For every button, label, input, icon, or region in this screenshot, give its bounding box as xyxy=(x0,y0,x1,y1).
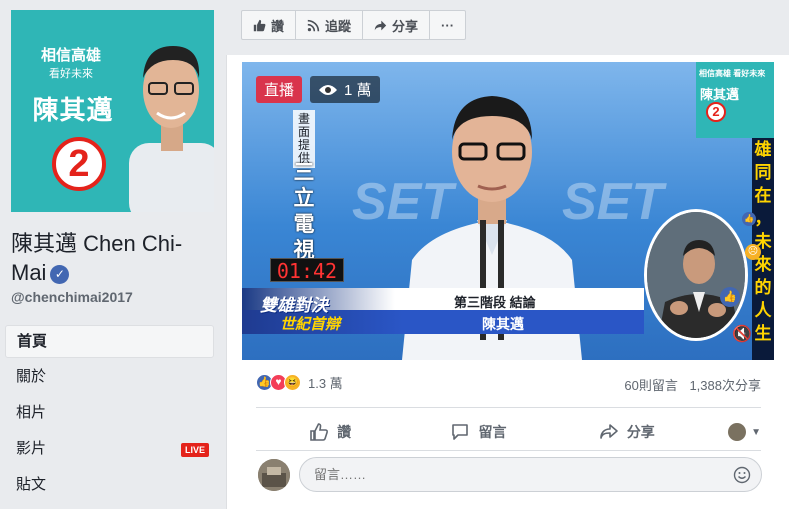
live-indicator: 直播 xyxy=(256,76,303,103)
like-page-label: 讚 xyxy=(271,18,285,34)
emoji-icon[interactable] xyxy=(733,466,751,484)
video-player[interactable]: SET SET 畫面提供 三立電視 01:42 雙雄對決 世紀首辯 第三階段 結… xyxy=(242,62,774,360)
share-page-label: 分享 xyxy=(392,18,419,34)
nav-item-label: 關於 xyxy=(16,368,47,385)
nav-item-label: 首頁 xyxy=(17,333,48,350)
like-label: 讚 xyxy=(337,424,352,440)
page-sidebar: 相信高雄 看好未來 陳其邁 2 陳其邁 Chen Chi-Mai ✓ @chenc… xyxy=(0,0,226,509)
nav-item-photos[interactable]: 相片 xyxy=(5,396,214,432)
corner-logo-slogan: 相信高雄 看好未來 xyxy=(699,69,766,78)
share-arrow-icon xyxy=(600,424,618,439)
profile-picture[interactable]: 相信高雄 看好未來 陳其邁 2 xyxy=(11,10,214,212)
caption-char: 同 xyxy=(754,163,772,182)
nav-item-videos[interactable]: 影片 LIVE xyxy=(5,432,214,468)
viewer-count-text: 1 萬 xyxy=(344,82,372,99)
nav-item-posts[interactable]: 貼文 xyxy=(5,468,214,504)
show-subtitle: 世紀首辯 xyxy=(280,316,341,333)
more-icon: ··· xyxy=(441,17,455,33)
eye-icon xyxy=(319,84,337,95)
floating-like-icon: 👍 xyxy=(720,287,740,307)
mute-icon[interactable]: 🔇 xyxy=(732,324,752,344)
share-arrow-icon xyxy=(374,20,387,30)
page-name[interactable]: 陳其邁 Chen Chi-Mai ✓ xyxy=(11,229,216,287)
post-as-selector[interactable]: ▼ xyxy=(701,415,761,449)
share-page-button[interactable]: 分享 xyxy=(362,10,431,40)
nav-item-label: 影片 xyxy=(16,440,47,457)
selector-avatar xyxy=(728,423,747,441)
reaction-count: 1.3 萬 xyxy=(308,376,343,391)
live-video-post: SET SET 畫面提供 三立電視 01:42 雙雄對決 世紀首辯 第三階段 結… xyxy=(226,55,789,509)
sign-language-interpreter xyxy=(644,209,748,341)
corner-logo-number: 2 xyxy=(706,102,726,122)
reactions-summary[interactable]: 👍 ♥ 😆 1.3 萬 xyxy=(256,373,343,392)
follow-label: 追蹤 xyxy=(325,18,352,34)
comment-label: 留言 xyxy=(478,424,507,440)
rss-follow-icon xyxy=(307,19,320,31)
profile-slogan-sub: 看好未來 xyxy=(49,67,93,80)
comment-input[interactable] xyxy=(314,467,694,482)
viewer-count: 1 萬 xyxy=(310,76,380,103)
more-options-button[interactable]: ··· xyxy=(429,10,467,40)
like-button[interactable]: 讚 xyxy=(256,415,404,449)
divider xyxy=(256,450,761,451)
thumbs-up-icon xyxy=(253,19,266,31)
caption-char: 在 xyxy=(754,186,772,205)
page-name-text: 陳其邁 Chen Chi-Mai xyxy=(11,231,183,285)
live-badge: LIVE xyxy=(180,443,209,457)
comment-icon xyxy=(452,424,469,440)
nav-item-home[interactable]: 首頁 xyxy=(5,325,214,358)
page-action-bar: 讚 追蹤 分享 ··· xyxy=(241,10,467,40)
candidate-number: 2 xyxy=(52,137,106,191)
chevron-down-icon: ▼ xyxy=(751,426,761,438)
page-handle[interactable]: @chenchimai2017 xyxy=(11,289,133,305)
like-page-button[interactable]: 讚 xyxy=(241,10,297,40)
debate-segment: 第三階段 結論 xyxy=(454,295,536,310)
nav-item-label: 相片 xyxy=(16,404,47,421)
share-count-link[interactable]: 1,388次分享 xyxy=(689,378,761,393)
comment-box[interactable] xyxy=(299,457,762,492)
post-action-row: 讚 留言 分享 ▼ xyxy=(256,415,761,449)
profile-name-text: 陳其邁 xyxy=(32,96,114,126)
profile-person-figure xyxy=(129,46,214,212)
engagement-counts: 60則留言 1,388次分享 xyxy=(616,375,761,394)
follow-button[interactable]: 追蹤 xyxy=(295,10,364,40)
page-nav: 首頁 關於 相片 影片 LIVE 貼文 xyxy=(5,325,214,504)
haha-reaction-icon: 😆 xyxy=(284,374,301,391)
divider xyxy=(256,407,761,408)
debate-timer: 01:42 xyxy=(270,258,344,283)
broadcast-station: 三立電視 xyxy=(293,161,315,262)
caption-char: 雄 xyxy=(754,140,772,159)
share-label: 分享 xyxy=(626,424,655,440)
caption-char: 的 xyxy=(754,278,772,297)
commenter-avatar xyxy=(258,459,290,491)
comment-count-link[interactable]: 60則留言 xyxy=(624,378,677,393)
corner-logo-name: 陳其邁 xyxy=(700,87,740,102)
thumbs-up-icon xyxy=(310,423,329,441)
caption-char: 人 xyxy=(754,301,772,320)
comment-button[interactable]: 留言 xyxy=(404,415,552,449)
avatar-image xyxy=(258,459,290,491)
floating-sad-icon: ☹ xyxy=(745,244,761,260)
speaker-name: 陳其邁 xyxy=(482,316,524,332)
campaign-corner-logo: 相信高雄 看好未來 陳其邁 2 xyxy=(696,62,774,138)
floating-like-icon: 👍 xyxy=(742,212,756,226)
profile-slogan: 相信高雄 xyxy=(40,46,101,64)
caption-char: 生 xyxy=(754,324,772,343)
nav-item-label: 貼文 xyxy=(16,476,47,493)
nav-item-about[interactable]: 關於 xyxy=(5,360,214,396)
verified-badge-icon: ✓ xyxy=(50,265,70,284)
share-button[interactable]: 分享 xyxy=(553,415,701,449)
